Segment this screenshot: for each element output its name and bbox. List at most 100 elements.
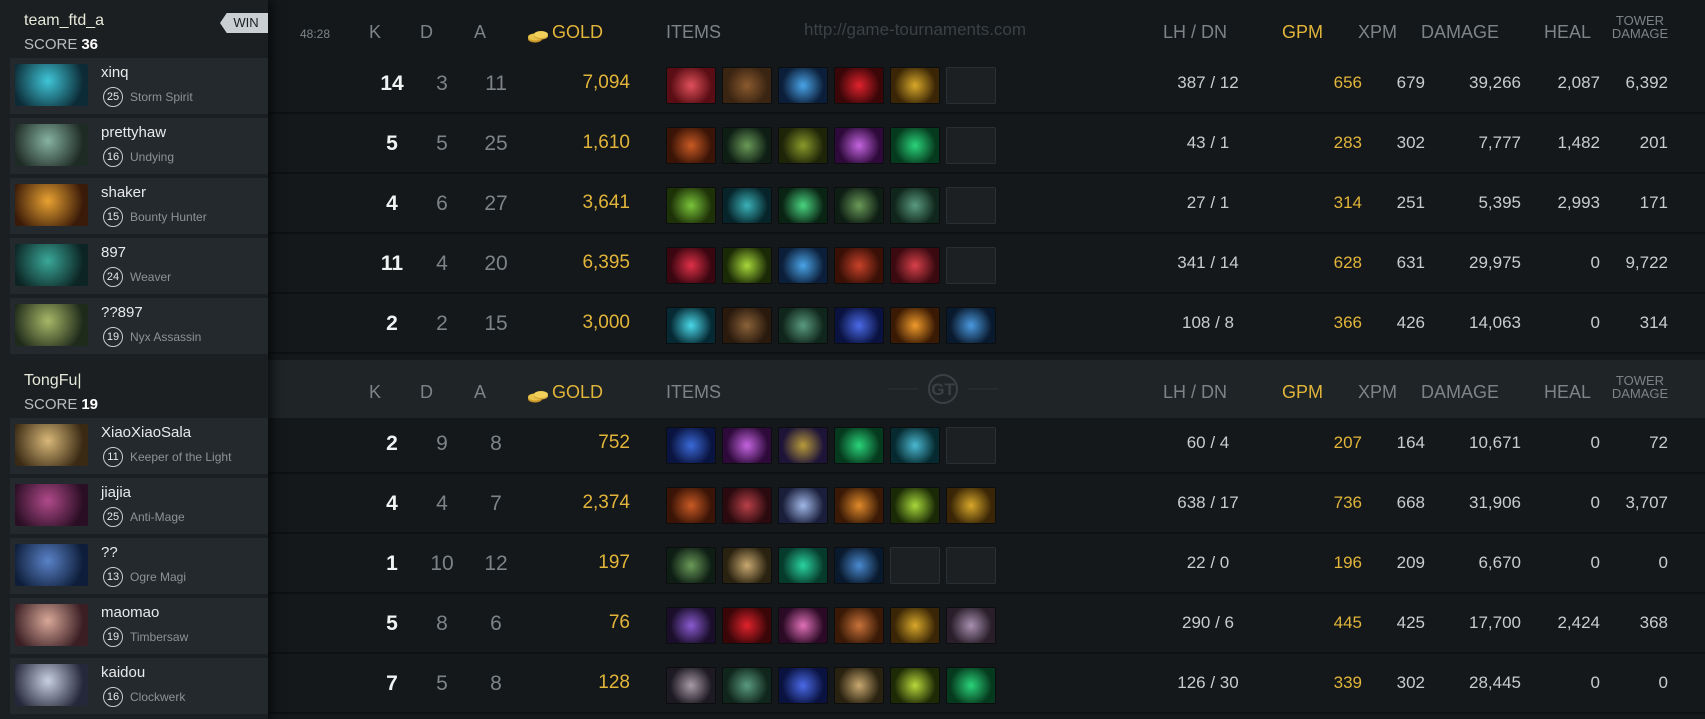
item-icon[interactable] <box>722 67 772 104</box>
column-header-damage[interactable]: DAMAGE <box>1421 22 1499 43</box>
item-icon[interactable] <box>666 307 716 344</box>
item-icon[interactable] <box>778 667 828 704</box>
player-card[interactable]: xinq 25 Storm Spirit <box>10 58 268 114</box>
player-name[interactable]: ??897 <box>101 304 143 321</box>
item-icon[interactable] <box>946 307 996 344</box>
player-stats-row[interactable]: 11 4 20 6,395 341 / 14 628 631 29,975 0 9,722 <box>268 238 1705 294</box>
player-stats-row[interactable]: 2 9 8 752 60 / 4 207 164 10,671 0 72 <box>268 418 1705 474</box>
item-icon[interactable] <box>778 427 828 464</box>
player-stats-row[interactable]: 4 4 7 2,374 638 / 17 736 668 31,906 0 3,707 <box>268 478 1705 534</box>
item-icon[interactable] <box>890 247 940 284</box>
player-name[interactable]: xinq <box>101 64 129 81</box>
player-name[interactable]: jiajia <box>101 484 131 501</box>
item-icon[interactable] <box>834 307 884 344</box>
empty-item-slot[interactable] <box>890 547 940 584</box>
column-header-tower-damage[interactable]: TOWER DAMAGE <box>1605 14 1675 40</box>
item-icon[interactable] <box>722 127 772 164</box>
player-stats-row[interactable]: 5 5 25 1,610 43 / 1 283 302 7,777 1,482 201 <box>268 118 1705 174</box>
player-card[interactable]: kaidou 16 Clockwerk <box>10 658 268 714</box>
column-header-assists[interactable]: A <box>474 382 486 403</box>
player-stats-row[interactable]: 5 8 6 76 290 / 6 445 425 17,700 2,424 368 <box>268 598 1705 654</box>
item-icon[interactable] <box>946 487 996 524</box>
column-header-gpm[interactable]: GPM <box>1282 22 1323 43</box>
player-name[interactable]: prettyhaw <box>101 124 166 141</box>
column-header-gold[interactable]: GOLD <box>528 22 603 43</box>
item-icon[interactable] <box>778 247 828 284</box>
item-icon[interactable] <box>890 67 940 104</box>
item-icon[interactable] <box>666 667 716 704</box>
item-icon[interactable] <box>834 247 884 284</box>
item-icon[interactable] <box>834 487 884 524</box>
empty-item-slot[interactable] <box>946 67 996 104</box>
empty-item-slot[interactable] <box>946 547 996 584</box>
column-header-gold[interactable]: GOLD <box>528 382 603 403</box>
column-header-deaths[interactable]: D <box>420 382 433 403</box>
item-icon[interactable] <box>666 427 716 464</box>
item-icon[interactable] <box>666 607 716 644</box>
column-header-deaths[interactable]: D <box>420 22 433 43</box>
empty-item-slot[interactable] <box>946 187 996 224</box>
player-name[interactable]: 897 <box>101 244 126 261</box>
item-icon[interactable] <box>722 187 772 224</box>
item-icon[interactable] <box>778 547 828 584</box>
item-icon[interactable] <box>666 547 716 584</box>
item-icon[interactable] <box>666 127 716 164</box>
player-card[interactable]: maomao 19 Timbersaw <box>10 598 268 654</box>
item-icon[interactable] <box>834 67 884 104</box>
item-icon[interactable] <box>778 607 828 644</box>
item-icon[interactable] <box>722 307 772 344</box>
player-card[interactable]: ?? 13 Ogre Magi <box>10 538 268 594</box>
item-icon[interactable] <box>834 547 884 584</box>
column-header-items[interactable]: ITEMS <box>666 22 721 43</box>
column-header-assists[interactable]: A <box>474 22 486 43</box>
column-header-heal[interactable]: HEAL <box>1544 382 1591 403</box>
item-icon[interactable] <box>778 127 828 164</box>
item-icon[interactable] <box>722 607 772 644</box>
player-card[interactable]: 897 24 Weaver <box>10 238 268 294</box>
player-name[interactable]: kaidou <box>101 664 145 681</box>
column-header-damage[interactable]: DAMAGE <box>1421 382 1499 403</box>
column-header-kills[interactable]: K <box>369 22 381 43</box>
item-icon[interactable] <box>778 67 828 104</box>
player-stats-row[interactable]: 2 2 15 3,000 108 / 8 366 426 14,063 0 314 <box>268 298 1705 354</box>
team-name[interactable]: TongFu| <box>24 372 82 390</box>
item-icon[interactable] <box>778 487 828 524</box>
item-icon[interactable] <box>946 667 996 704</box>
item-icon[interactable] <box>666 487 716 524</box>
player-card[interactable]: XiaoXiaoSala 11 Keeper of the Light <box>10 418 268 474</box>
player-name[interactable]: shaker <box>101 184 146 201</box>
item-icon[interactable] <box>890 187 940 224</box>
item-icon[interactable] <box>890 607 940 644</box>
player-name[interactable]: ?? <box>101 544 118 561</box>
item-icon[interactable] <box>834 607 884 644</box>
player-stats-row[interactable]: 1 10 12 197 22 / 0 196 209 6,670 0 0 <box>268 538 1705 594</box>
player-stats-row[interactable]: 7 5 8 128 126 / 30 339 302 28,445 0 0 <box>268 658 1705 714</box>
player-card[interactable]: shaker 15 Bounty Hunter <box>10 178 268 234</box>
item-icon[interactable] <box>722 667 772 704</box>
item-icon[interactable] <box>722 427 772 464</box>
item-icon[interactable] <box>778 307 828 344</box>
player-card[interactable]: prettyhaw 16 Undying <box>10 118 268 174</box>
item-icon[interactable] <box>946 607 996 644</box>
item-icon[interactable] <box>666 247 716 284</box>
column-header-kills[interactable]: K <box>369 382 381 403</box>
item-icon[interactable] <box>778 187 828 224</box>
item-icon[interactable] <box>834 187 884 224</box>
column-header-items[interactable]: ITEMS <box>666 382 721 403</box>
column-header-xpm[interactable]: XPM <box>1358 22 1397 43</box>
column-header-tower-damage[interactable]: TOWER DAMAGE <box>1605 374 1675 400</box>
item-icon[interactable] <box>890 427 940 464</box>
player-stats-row[interactable]: 4 6 27 3,641 27 / 1 314 251 5,395 2,993 171 <box>268 178 1705 234</box>
item-icon[interactable] <box>890 667 940 704</box>
empty-item-slot[interactable] <box>946 247 996 284</box>
player-name[interactable]: XiaoXiaoSala <box>101 424 191 441</box>
player-name[interactable]: maomao <box>101 604 159 621</box>
player-card[interactable]: ??897 19 Nyx Assassin <box>10 298 268 354</box>
item-icon[interactable] <box>722 547 772 584</box>
item-icon[interactable] <box>722 487 772 524</box>
item-icon[interactable] <box>834 667 884 704</box>
player-card[interactable]: jiajia 25 Anti-Mage <box>10 478 268 534</box>
item-icon[interactable] <box>666 187 716 224</box>
empty-item-slot[interactable] <box>946 127 996 164</box>
item-icon[interactable] <box>890 307 940 344</box>
